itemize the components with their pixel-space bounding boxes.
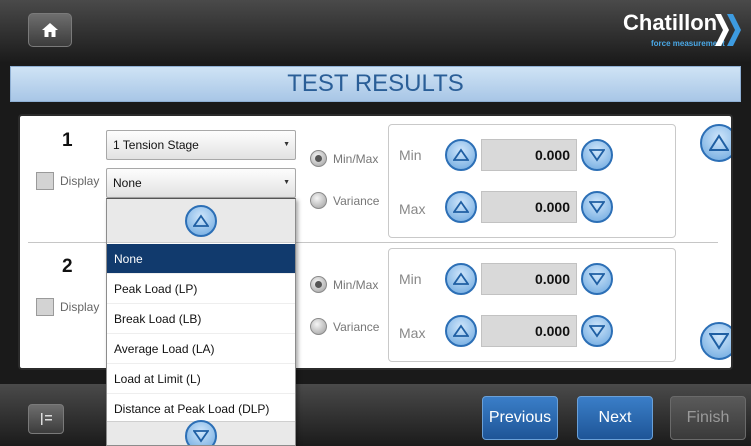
- triangle-up-icon: [453, 272, 469, 285]
- triangle-up-icon: [453, 200, 469, 213]
- triangle-up-icon: [193, 214, 209, 227]
- variance-radio[interactable]: [310, 192, 327, 209]
- top-bar: Chatillon force measurement: [0, 0, 751, 62]
- max-label: Max: [399, 325, 426, 341]
- stage-select-value: 1 Tension Stage: [113, 138, 199, 152]
- menu-button[interactable]: [28, 404, 64, 434]
- list-scroll-up-circle: [185, 205, 217, 237]
- triangle-down-icon: [589, 201, 605, 214]
- max-increase-button[interactable]: [445, 315, 477, 347]
- display-checkbox[interactable]: [36, 172, 54, 190]
- min-increase-button[interactable]: [445, 139, 477, 171]
- result-select[interactable]: None ▼: [106, 168, 296, 198]
- min-decrease-button[interactable]: [581, 139, 613, 171]
- minmax-label: Min/Max: [333, 278, 379, 292]
- list-scroll-down-circle: [185, 420, 217, 445]
- list-item[interactable]: Peak Load (LP): [107, 274, 295, 304]
- page-title: TEST RESULTS: [10, 66, 741, 102]
- previous-button[interactable]: Previous: [482, 396, 558, 440]
- variance-radio[interactable]: [310, 318, 327, 335]
- max-decrease-button[interactable]: [581, 191, 613, 223]
- triangle-up-icon: [453, 148, 469, 161]
- minmax-label: Min/Max: [333, 152, 379, 166]
- minmax-box: Min 0.000 Max 0.000: [388, 124, 676, 238]
- brand-name: Chatillon: [623, 10, 718, 35]
- display-label: Display: [60, 174, 100, 188]
- result-dropdown-list: None Peak Load (LP) Break Load (LB) Aver…: [106, 198, 296, 446]
- list-scroll-down-button[interactable]: [107, 420, 295, 445]
- variance-label: Variance: [333, 320, 380, 334]
- list-item[interactable]: Break Load (LB): [107, 304, 295, 334]
- row-number: 2: [62, 256, 73, 277]
- min-value-field[interactable]: 0.000: [481, 139, 577, 171]
- stage-select[interactable]: 1 Tension Stage ▼: [106, 130, 296, 160]
- menu-icon: [41, 413, 52, 425]
- minmax-box: Min 0.000 Max 0.000: [388, 248, 676, 362]
- row-number: 1: [62, 130, 73, 151]
- max-label: Max: [399, 201, 426, 217]
- result-select-value: None: [113, 176, 142, 190]
- list-item[interactable]: None: [107, 244, 295, 274]
- home-icon: [42, 23, 58, 37]
- triangle-down-icon: [589, 149, 605, 162]
- minmax-radio[interactable]: [310, 150, 327, 167]
- min-decrease-button[interactable]: [581, 263, 613, 295]
- min-label: Min: [399, 271, 422, 287]
- minmax-radio[interactable]: [310, 276, 327, 293]
- finish-button[interactable]: Finish: [670, 396, 746, 440]
- scroll-up-button[interactable]: [700, 124, 731, 162]
- triangle-up-icon: [709, 134, 729, 151]
- brand-mark-icon: [715, 14, 741, 46]
- list-item[interactable]: Load at Limit (L): [107, 364, 295, 394]
- next-button[interactable]: Next: [577, 396, 653, 440]
- chevron-down-icon: ▼: [283, 141, 290, 148]
- scroll-down-button[interactable]: [700, 322, 731, 360]
- list-scroll-up-button[interactable]: [107, 199, 295, 243]
- display-checkbox[interactable]: [36, 298, 54, 316]
- triangle-up-icon: [453, 324, 469, 337]
- triangle-down-icon: [193, 430, 209, 443]
- min-value-field[interactable]: 0.000: [481, 263, 577, 295]
- brand-logo: Chatillon force measurement: [623, 10, 741, 52]
- chevron-down-icon: ▼: [283, 179, 290, 186]
- list-item[interactable]: Average Load (LA): [107, 334, 295, 364]
- min-increase-button[interactable]: [445, 263, 477, 295]
- max-increase-button[interactable]: [445, 191, 477, 223]
- max-value-field[interactable]: 0.000: [481, 191, 577, 223]
- triangle-down-icon: [589, 273, 605, 286]
- max-decrease-button[interactable]: [581, 315, 613, 347]
- variance-label: Variance: [333, 194, 380, 208]
- triangle-down-icon: [709, 333, 729, 350]
- display-label: Display: [60, 300, 100, 314]
- home-button[interactable]: [28, 13, 72, 47]
- triangle-down-icon: [589, 325, 605, 338]
- min-label: Min: [399, 147, 422, 163]
- max-value-field[interactable]: 0.000: [481, 315, 577, 347]
